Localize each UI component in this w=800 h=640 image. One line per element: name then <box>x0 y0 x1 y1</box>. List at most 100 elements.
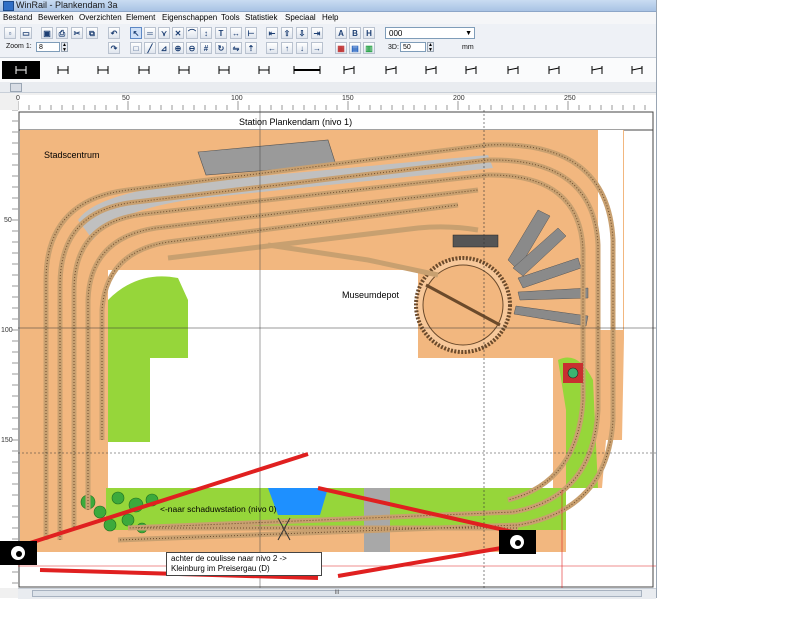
rectangle-icon[interactable]: □ <box>130 42 142 54</box>
threed-spinner[interactable]: ▲ ▼ <box>427 42 434 53</box>
move-left-icon[interactable]: ← <box>266 42 278 54</box>
buffer-icon[interactable]: ⊢ <box>245 27 257 39</box>
chevron-down-icon: ▼ <box>465 30 472 37</box>
menu-bar: Bestand Bewerken Overzichten Element Eig… <box>0 12 656 24</box>
move-down-icon[interactable]: ↓ <box>296 42 308 54</box>
align-down-icon[interactable]: ⇩ <box>296 27 308 39</box>
track-palette-item-9[interactable] <box>385 66 397 74</box>
track-palette-item-4[interactable] <box>178 66 190 74</box>
label-behind-coulisse: achter de coulisse naar nivo 2 -> Kleinb… <box>166 552 322 576</box>
mirror-icon[interactable]: ⇋ <box>230 42 242 54</box>
menu-speciaal[interactable]: Speciaal <box>285 12 316 24</box>
track-plan-drawing <box>18 110 656 588</box>
track-palette-item-5[interactable] <box>218 66 230 74</box>
menu-statistiek[interactable]: Statistiek <box>245 12 277 24</box>
main-toolbar: ▫ ▭ ▣ ⎙ ✂ ⧉ Zoom 1: 8 ▲ ▼ ↶ ↷ ↖ ═ ⋎ ✕ ⌒ ↕… <box>0 24 656 58</box>
print-icon[interactable]: ⎙ <box>56 27 68 39</box>
track-palette-item-12[interactable] <box>507 66 519 74</box>
track-icon[interactable]: ═ <box>144 27 156 39</box>
align-left-icon[interactable]: ⇤ <box>266 27 278 39</box>
menu-bewerken[interactable]: Bewerken <box>38 12 74 24</box>
scroll-thumb[interactable]: III <box>32 590 642 597</box>
palette-icon[interactable]: ▥ <box>363 42 375 54</box>
zoom-in-icon[interactable]: ⊕ <box>172 42 184 54</box>
curve-icon[interactable]: ⌒ <box>186 27 198 39</box>
ruler-top-150: 150 <box>342 95 354 102</box>
label-museumdepot: Museumdepot <box>342 290 400 300</box>
ruler-top-50: 50 <box>122 95 130 102</box>
height-icon[interactable]: ⇡ <box>245 42 257 54</box>
redo-icon[interactable]: ↷ <box>108 42 120 54</box>
track-palette-item-6[interactable] <box>258 66 270 74</box>
track-palette-item-3[interactable] <box>138 66 150 74</box>
layout-title: Station Plankendam (nivo 1) <box>239 117 353 127</box>
zoom-out-icon[interactable]: ⊖ <box>186 42 198 54</box>
label-stadscentrum: Stadscentrum <box>44 150 100 160</box>
dimension-icon[interactable]: ↔ <box>230 27 242 39</box>
menu-overzichten[interactable]: Overzichten <box>79 12 122 24</box>
ruler-top-250: 250 <box>564 95 576 102</box>
track-palette-item-0[interactable] <box>2 61 40 79</box>
new-file-icon[interactable]: ▫ <box>4 27 16 39</box>
ruler-horizontal-ticks <box>18 101 646 110</box>
track-palette-item-13[interactable] <box>548 66 560 74</box>
threed-input[interactable]: 50 <box>400 42 426 52</box>
zoom-input[interactable]: 8 <box>36 42 60 52</box>
menu-element[interactable]: Element <box>126 12 155 24</box>
measure-icon[interactable]: ⊿ <box>158 42 170 54</box>
ruler-top-100: 100 <box>231 95 243 102</box>
tunnel-portal-right-icon <box>499 530 536 554</box>
undo-icon[interactable]: ↶ <box>108 27 120 39</box>
align-up-icon[interactable]: ⇧ <box>281 27 293 39</box>
copy-icon[interactable]: ⧉ <box>86 27 98 39</box>
menu-bestand[interactable]: Bestand <box>3 12 32 24</box>
save-icon[interactable]: ▣ <box>41 27 53 39</box>
font-a-button[interactable]: A <box>335 27 347 39</box>
horizontal-scrollbar[interactable]: III <box>18 588 656 599</box>
crossing-icon[interactable]: ✕ <box>172 27 184 39</box>
zoom-spinner[interactable]: ▲ ▼ <box>61 42 68 53</box>
align-right-icon[interactable]: ⇥ <box>311 27 323 39</box>
track-palette-item-14[interactable] <box>591 66 603 74</box>
track-palette-icons[interactable] <box>0 58 656 82</box>
rotate-icon[interactable]: ↻ <box>215 42 227 54</box>
move-right-icon[interactable]: → <box>311 42 323 54</box>
track-palette-item-10[interactable] <box>425 66 437 74</box>
ruler-horizontal: 0 50 100 150 200 250 <box>16 95 656 111</box>
layer-select[interactable]: 000 ▼ <box>385 27 475 39</box>
layer-select-value: 000 <box>389 29 403 38</box>
track-palette <box>0 58 656 83</box>
window-title: WinRail - Plankendam 3a <box>16 0 118 10</box>
ruler-top-0: 0 <box>16 95 20 102</box>
menu-help[interactable]: Help <box>322 12 338 24</box>
ruler-vertical: 50 100 150 <box>0 110 19 588</box>
title-bar: WinRail - Plankendam 3a <box>0 0 656 12</box>
menu-tools[interactable]: Tools <box>221 12 240 24</box>
track-palette-item-2[interactable] <box>97 66 109 74</box>
track-palette-item-11[interactable] <box>465 66 477 74</box>
track-palette-item-8[interactable] <box>343 66 355 74</box>
line-icon[interactable]: ╱ <box>144 42 156 54</box>
color-icon[interactable]: ▤ <box>349 42 361 54</box>
layers-icon[interactable]: ▦ <box>335 42 347 54</box>
font-h-button[interactable]: H <box>363 27 375 39</box>
font-b-button[interactable]: B <box>349 27 361 39</box>
label-behind-coulisse-line2: Kleinburg im Preisergau (D) <box>171 564 270 573</box>
track-palette-item-1[interactable] <box>57 66 69 74</box>
select-arrow-icon[interactable]: ↖ <box>130 27 142 39</box>
signal-icon[interactable]: ↕ <box>200 27 212 39</box>
app-icon <box>3 1 14 11</box>
open-file-icon[interactable]: ▭ <box>20 27 32 39</box>
text-tool-icon[interactable]: T <box>215 27 227 39</box>
turnout-icon[interactable]: ⋎ <box>158 27 170 39</box>
grid-icon[interactable]: # <box>200 42 212 54</box>
palette-scrollbar[interactable] <box>0 82 656 93</box>
palette-scroll-thumb[interactable] <box>10 83 22 92</box>
layout-canvas[interactable]: Station Plankendam (nivo 1) Stadscentrum… <box>18 110 656 588</box>
menu-eigenschappen[interactable]: Eigenschappen <box>162 12 217 24</box>
move-up-icon[interactable]: ↑ <box>281 42 293 54</box>
cut-icon[interactable]: ✂ <box>71 27 83 39</box>
ruler-left-100: 100 <box>1 327 13 334</box>
track-palette-item-15[interactable] <box>631 66 643 74</box>
track-palette-item-7[interactable] <box>293 66 321 74</box>
